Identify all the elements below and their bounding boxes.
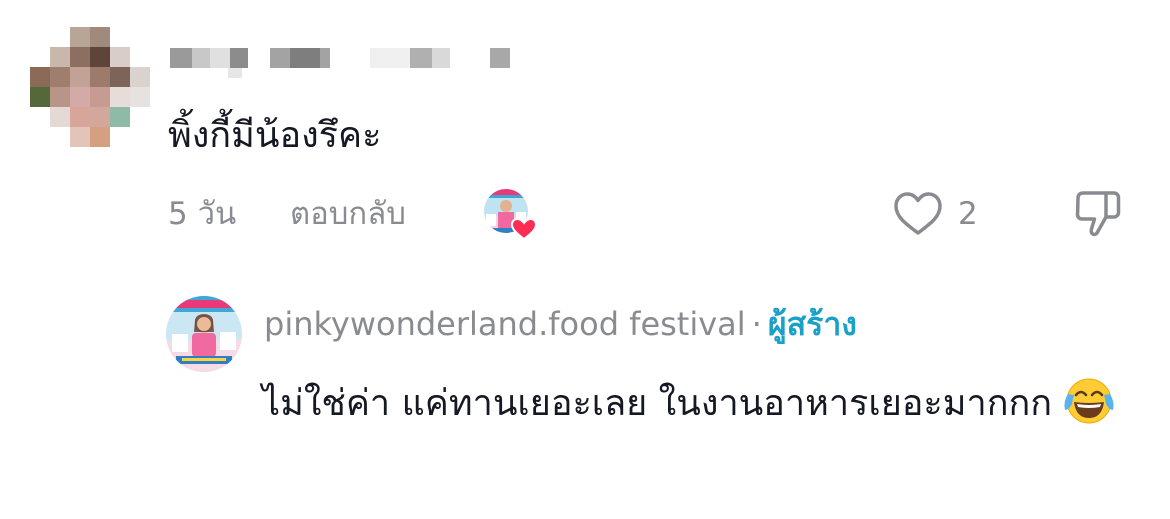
reply-username[interactable]: pinkywonderland.food festival xyxy=(264,305,746,343)
comment-text: พิ้งกี้มีน้องรึคะ xyxy=(168,115,382,156)
reply-text: ไม่ใช่ค่า แค่ทานเยอะเลย ในงานอาหารเยอะมา… xyxy=(262,383,1053,424)
reply-header: pinkywonderland.food festival · ผู้สร้าง xyxy=(264,302,857,346)
reply-button[interactable]: ตอบกลับ xyxy=(290,192,406,236)
creator-avatar[interactable] xyxy=(166,296,242,372)
face-with-tears-of-joy-icon xyxy=(1062,374,1116,428)
reply-text-block: ไม่ใช่ค่า แค่ทานเยอะเลย ในงานอาหารเยอะมา… xyxy=(262,372,1152,436)
dislike-button[interactable] xyxy=(1072,188,1124,240)
comment-meta-row: 5 วัน ตอบกลับ xyxy=(168,192,1148,236)
commenter-username-redacted[interactable] xyxy=(170,48,515,78)
like-count: 2 xyxy=(958,196,978,232)
commenter-avatar[interactable] xyxy=(30,27,150,147)
liked-by-creator-indicator xyxy=(482,186,540,244)
creator-badge: ผู้สร้าง xyxy=(767,305,857,343)
like-button[interactable] xyxy=(892,190,944,238)
reply-separator: · xyxy=(751,305,762,343)
heart-filled-icon xyxy=(510,217,538,241)
comment-timestamp: 5 วัน xyxy=(168,196,237,232)
thumbs-down-outline-icon xyxy=(1075,191,1121,237)
heart-outline-icon xyxy=(894,192,942,235)
